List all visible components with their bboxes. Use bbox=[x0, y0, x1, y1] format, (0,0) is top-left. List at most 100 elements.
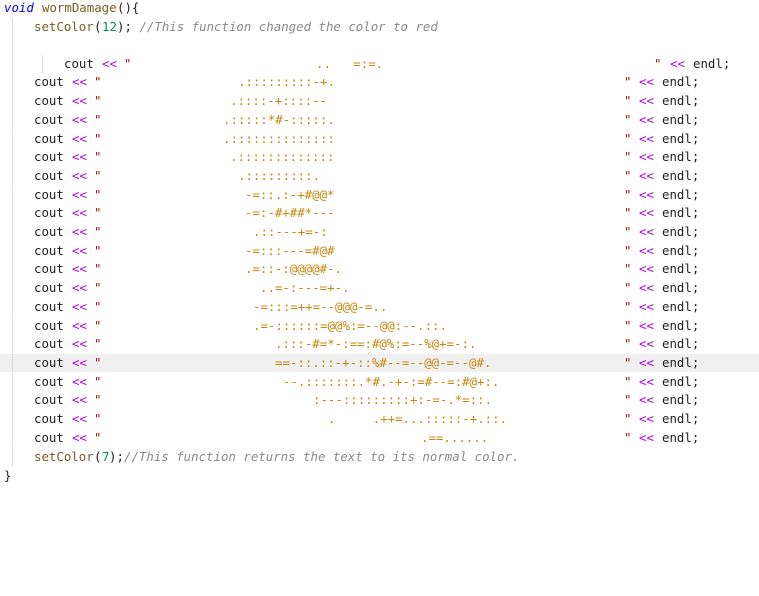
stream-operator: << bbox=[639, 354, 654, 370]
cout-keyword: cout bbox=[34, 411, 64, 426]
indent-guide bbox=[12, 54, 13, 74]
string-quote-open: " bbox=[94, 298, 102, 314]
cout-keyword: cout bbox=[34, 205, 64, 221]
code-line[interactable]: cout << ".:::::::::. " << endl; bbox=[0, 166, 759, 186]
stream-operator: << bbox=[639, 336, 654, 352]
endl-token: endl; bbox=[662, 205, 700, 221]
string-quote-close: " bbox=[624, 354, 632, 370]
stream-operator: << bbox=[639, 317, 654, 333]
code-line[interactable]: cout << " .=-::::::=@@%:=--@@:--.::. " << endl… bbox=[0, 316, 759, 336]
string-quote-close: " bbox=[624, 186, 632, 202]
code-line[interactable]: cout << ".:::::::::::::: " << endl; bbox=[0, 129, 759, 149]
string-quote-close: " bbox=[624, 130, 632, 146]
stream-operator: << bbox=[639, 280, 654, 296]
string-quote-close: " bbox=[624, 111, 632, 127]
code-line[interactable]: cout << " ..=-:---=+-. " << endl; bbox=[0, 279, 759, 298]
code-line[interactable]: cout << " .::::-+::::-- " << endl; bbox=[0, 92, 759, 111]
string-quote-close: " bbox=[624, 429, 632, 445]
ascii-art-segment: .=::-:@@@@#-. bbox=[245, 261, 342, 277]
color-arg: 12 bbox=[102, 18, 117, 34]
stream-operator: << bbox=[639, 167, 654, 183]
cout-keyword: cout bbox=[34, 392, 64, 408]
code-line[interactable]: cout << " .=::-:@@@@#-. " << endl; bbox=[0, 260, 759, 279]
closing-brace: } bbox=[4, 467, 12, 483]
indent-guide bbox=[12, 185, 13, 205]
stream-operator: << bbox=[72, 130, 87, 146]
endl-token: endl; bbox=[662, 317, 700, 333]
stream-operator: << bbox=[639, 205, 654, 221]
code-line[interactable]: cout << " .::---+=-: " << endl; bbox=[0, 223, 759, 242]
indent-guide bbox=[12, 260, 13, 279]
string-quote-open: " bbox=[94, 149, 102, 165]
code-line[interactable]: cout << " -=:::=++=--@@@-=.. " << endl; bbox=[0, 297, 759, 317]
string-quote-close: " bbox=[624, 298, 632, 314]
code-line[interactable]: cout << " . .++=...:::::-+.::. " << endl; bbox=[0, 410, 759, 429]
string-quote-close: " bbox=[624, 261, 632, 277]
string-quote-open: " bbox=[94, 411, 102, 426]
stream-operator: << bbox=[72, 280, 87, 296]
code-line[interactable]: cout << " -=::.:-+#@@* " << endl; bbox=[0, 185, 759, 205]
indent-guide bbox=[12, 223, 13, 242]
code-line[interactable]: cout << " -=:::---=#@# " << endl; bbox=[0, 241, 759, 261]
indent-guide bbox=[12, 17, 13, 37]
code-line[interactable] bbox=[0, 36, 759, 55]
indent-guide bbox=[42, 54, 43, 74]
stream-operator: << bbox=[72, 224, 87, 239]
code-editor[interactable]: void wormDamage (){ setColor ( 12 ); //T… bbox=[0, 0, 759, 487]
stream-operator: << bbox=[639, 224, 654, 239]
stream-operator: << bbox=[639, 298, 654, 314]
code-line[interactable]: setColor ( 7 ); //This function returns … bbox=[0, 447, 759, 467]
cout-keyword: cout bbox=[34, 186, 64, 202]
stream-operator: << bbox=[639, 392, 654, 408]
code-line[interactable]: void wormDamage (){ bbox=[0, 0, 759, 18]
code-line[interactable]: cout << ":---:::::::::+:-=-.*=::. " << endl; bbox=[0, 391, 759, 410]
string-quote-close: " bbox=[654, 55, 662, 71]
string-quote-open: " bbox=[94, 336, 102, 352]
keyword-void: void bbox=[4, 0, 34, 15]
endl-token: endl; bbox=[662, 373, 700, 389]
indent-guide bbox=[12, 166, 13, 186]
ascii-art-segment: -=:::---=#@# bbox=[245, 242, 335, 258]
stream-operator: << bbox=[72, 167, 87, 183]
code-line[interactable]: cout << " --.:::::::.*#.-+-:=#--=:#@+:. " << e… bbox=[0, 372, 759, 392]
ascii-art-segment: .:::::*#-:::::. bbox=[223, 111, 335, 127]
code-line[interactable]: cout << ".::::::::::::: " << endl; bbox=[0, 148, 759, 167]
string-quote-open: " bbox=[94, 373, 102, 389]
stream-operator: << bbox=[72, 149, 87, 165]
stream-operator: << bbox=[72, 111, 87, 127]
cout-keyword: cout bbox=[34, 224, 64, 239]
stream-operator: << bbox=[639, 149, 654, 165]
cout-keyword: cout bbox=[34, 242, 64, 258]
paren-open: ( bbox=[94, 448, 102, 464]
ascii-art-segment: :---:::::::::+:-=-.*=::. bbox=[313, 392, 493, 408]
code-line[interactable]: cout << " .:::-#=*-:==:#@%:=--%@+=-:. " << end… bbox=[0, 335, 759, 354]
code-line[interactable]: cout << " .. =:=. " << endl; bbox=[0, 54, 759, 74]
stream-operator: << bbox=[639, 93, 654, 109]
code-line[interactable]: cout << " .:::::::::-+. " << endl; bbox=[0, 73, 759, 92]
code-line[interactable]: cout << " -=:-#+##*--- " << endl; bbox=[0, 204, 759, 223]
endl-token: endl; bbox=[662, 167, 700, 183]
string-quote-close: " bbox=[624, 224, 632, 239]
comment: //This function returns the text to its … bbox=[124, 448, 520, 464]
code-line[interactable]: setColor ( 12 ); //This function changed… bbox=[0, 17, 759, 37]
cout-keyword: cout bbox=[34, 149, 64, 165]
cout-keyword: cout bbox=[34, 280, 64, 296]
string-quote-open: " bbox=[94, 429, 102, 445]
code-line[interactable]: } bbox=[0, 467, 759, 486]
stream-operator: << bbox=[72, 429, 87, 445]
endl-token: endl; bbox=[662, 280, 700, 296]
paren-open: ( bbox=[94, 18, 102, 34]
stream-operator: << bbox=[639, 429, 654, 445]
string-quote-open: " bbox=[94, 354, 102, 370]
endl-token: endl; bbox=[662, 242, 700, 258]
code-line[interactable]: cout << " .:::::*#-:::::. " << endl; bbox=[0, 110, 759, 130]
stream-operator: << bbox=[639, 242, 654, 258]
endl-token: endl; bbox=[662, 336, 700, 352]
string-quote-open: " bbox=[94, 186, 102, 202]
stream-operator: << bbox=[72, 317, 87, 333]
string-quote-open: " bbox=[94, 392, 102, 408]
code-line[interactable]: cout << " .==...... " << endl; bbox=[0, 428, 759, 448]
code-line[interactable]: cout << " ==-::.::-+-::%#--=--@@-=--@#. " << e… bbox=[0, 353, 759, 373]
cout-keyword: cout bbox=[34, 130, 64, 146]
string-quote-close: " bbox=[624, 411, 632, 426]
